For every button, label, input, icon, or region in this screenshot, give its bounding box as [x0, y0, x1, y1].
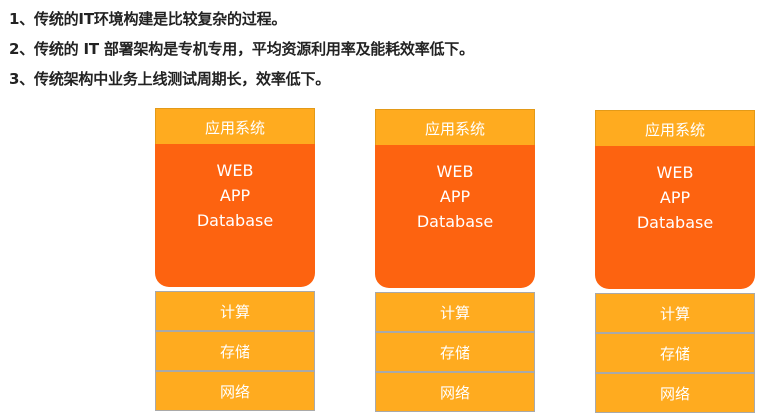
layer-database: Database [636, 213, 714, 232]
intro-line-3: 3、传统架构中业务上线测试周期长，效率低下。 [9, 70, 331, 88]
infra-compute: 计算 [155, 291, 315, 331]
server-stack-1: 应用系统 WEB APP Database 计算 存储 网络 [155, 108, 315, 414]
infra-network: 网络 [595, 373, 755, 413]
infra-network: 网络 [375, 372, 535, 412]
infra-compute: 计算 [595, 293, 755, 333]
app-system-header: 应用系统 [595, 110, 755, 148]
infra-storage: 存储 [155, 331, 315, 371]
layer-app: APP [219, 186, 251, 205]
server-stack-3: 应用系统 WEB APP Database 计算 存储 网络 [595, 110, 755, 414]
app-system-body: WEB APP Database [375, 145, 535, 288]
layer-database: Database [196, 211, 274, 230]
app-system-header: 应用系统 [375, 109, 535, 147]
infra-storage: 存储 [375, 332, 535, 372]
intro-text: 1、传统的IT环境构建是比较复杂的过程。 2、传统的 IT 部署架构是专机专用，… [9, 4, 474, 94]
layer-app: APP [659, 188, 691, 207]
intro-line-1: 1、传统的IT环境构建是比较复杂的过程。 [9, 10, 287, 28]
app-system-body: WEB APP Database [595, 146, 755, 289]
infra-network: 网络 [155, 371, 315, 411]
server-stack-2: 应用系统 WEB APP Database 计算 存储 网络 [375, 109, 535, 414]
layer-app: APP [439, 187, 471, 206]
layer-web: WEB [436, 162, 474, 181]
intro-line-2: 2、传统的 IT 部署架构是专机专用，平均资源利用率及能耗效率低下。 [9, 40, 474, 58]
layer-database: Database [416, 212, 494, 231]
infra-compute: 计算 [375, 292, 535, 332]
app-system-header: 应用系统 [155, 108, 315, 146]
layer-web: WEB [216, 161, 254, 180]
app-system-body: WEB APP Database [155, 144, 315, 287]
infra-storage: 存储 [595, 333, 755, 373]
layer-web: WEB [656, 163, 694, 182]
